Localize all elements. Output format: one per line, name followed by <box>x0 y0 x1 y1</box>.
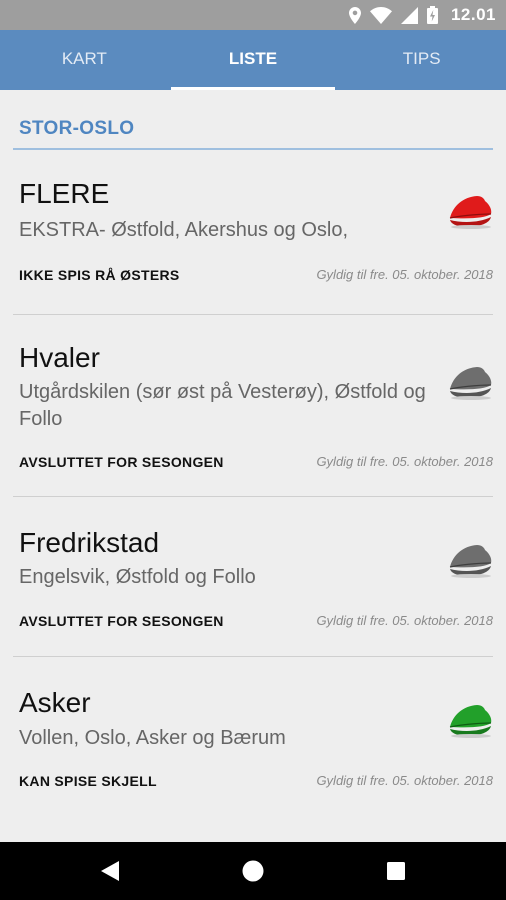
item-subtitle: Vollen, Oslo, Asker og Bærum <box>19 727 286 749</box>
wifi-icon <box>369 6 392 24</box>
item-valid-date: Gyldig til fre. 05. oktober. 2018 <box>316 773 493 788</box>
tab-kart[interactable]: KART <box>0 30 169 90</box>
list-item-flere[interactable]: FLERE EKSTRA- Østfold, Akershus og Oslo,… <box>13 150 493 297</box>
item-title: Hvaler <box>19 342 100 373</box>
item-status: AVSLUTTET FOR SESONGEN <box>19 613 224 629</box>
item-subtitle: EKSTRA- Østfold, Akershus og Oslo, <box>19 219 349 241</box>
location-icon <box>348 6 361 24</box>
tab-bar: KART LISTE TIPS <box>0 30 506 90</box>
oyster-grey-icon <box>449 367 492 400</box>
list-item-hvaler[interactable]: Hvaler Utgårdskilen (sør øst på Vesterøy… <box>13 315 493 497</box>
item-valid-date: Gyldig til fre. 05. oktober. 2018 <box>316 267 493 282</box>
item-subtitle: Utgårdskilen (sør øst på Vesterøy), Østf… <box>19 381 426 430</box>
home-icon <box>242 860 264 882</box>
back-icon <box>101 861 119 881</box>
list-content[interactable]: STOR-OSLO FLERE EKSTRA- Østfold, Akershu… <box>0 90 506 842</box>
battery-icon <box>426 6 438 24</box>
recents-icon <box>387 862 405 880</box>
item-status: AVSLUTTET FOR SESONGEN <box>19 454 224 470</box>
oyster-grey-icon <box>449 545 492 578</box>
item-title: FLERE <box>19 178 110 209</box>
item-title: Asker <box>19 687 91 718</box>
section-title: STOR-OSLO <box>19 118 135 139</box>
item-valid-date: Gyldig til fre. 05. oktober. 2018 <box>316 454 493 469</box>
status-icons: 12.01 <box>348 5 496 25</box>
item-valid-date: Gyldig til fre. 05. oktober. 2018 <box>316 613 493 628</box>
signal-icon <box>400 6 418 24</box>
item-status: IKKE SPIS RÅ ØSTERS <box>19 267 180 283</box>
back-button[interactable] <box>80 842 140 900</box>
status-time: 12.01 <box>450 5 496 24</box>
recents-button[interactable] <box>366 842 426 900</box>
item-status: KAN SPISE SKJELL <box>19 773 157 789</box>
navigation-bar <box>0 842 506 900</box>
tab-tips[interactable]: TIPS <box>337 30 506 90</box>
oyster-green-icon <box>449 705 492 738</box>
oyster-red-icon <box>449 196 492 229</box>
home-button[interactable] <box>223 842 283 900</box>
item-title: Fredrikstad <box>19 527 160 558</box>
status-bar: 12.01 <box>0 0 506 30</box>
list-item-asker[interactable]: Asker Vollen, Oslo, Asker og Bærum KAN S… <box>13 657 493 817</box>
item-subtitle: Engelsvik, Østfold og Follo <box>19 566 256 588</box>
list-item-fredrikstad[interactable]: Fredrikstad Engelsvik, Østfold og Follo … <box>13 497 493 656</box>
tab-liste[interactable]: LISTE <box>169 30 338 90</box>
